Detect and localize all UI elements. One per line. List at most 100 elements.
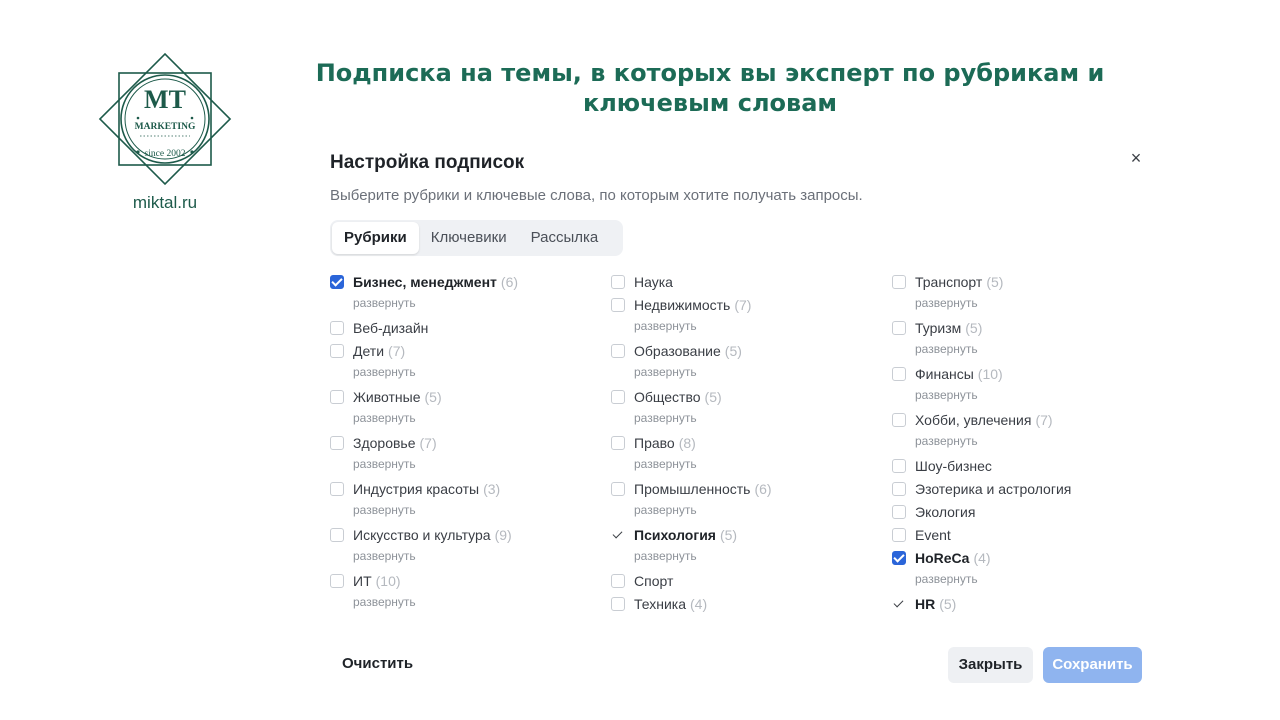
rubric-row[interactable]: Право (8) [611,431,871,454]
expand-link[interactable]: развернуть [611,362,871,385]
rubric-row[interactable]: Дети (7) [330,339,590,362]
checkbox-unchecked[interactable] [611,389,625,404]
rubric-label: Веб-дизайн [353,319,429,336]
rubric-row[interactable]: Образование (5) [611,339,871,362]
rubric-item: Наука [611,270,871,293]
rubric-row[interactable]: Бизнес, менеджмент (6) [330,270,590,293]
expand-link[interactable]: развернуть [330,408,590,431]
rubric-row[interactable]: Искусство и культура (9) [330,523,590,546]
rubric-row[interactable]: Хобби, увлечения (7) [892,408,1150,431]
expand-link[interactable]: развернуть [892,431,1150,454]
rubric-item: Экология [892,500,1150,523]
rubric-item: Здоровье (7) развернуть [330,431,590,477]
checkbox-unchecked[interactable] [892,458,906,473]
expand-link[interactable]: развернуть [892,339,1150,362]
checkbox-unchecked[interactable] [611,481,625,496]
rubric-row[interactable]: Психология (5) [611,523,871,546]
rubric-item: Спорт [611,569,871,592]
rubric-row[interactable]: Спорт [611,569,871,592]
rubric-row[interactable]: Животные (5) [330,385,590,408]
rubric-row[interactable]: Индустрия красоты (3) [330,477,590,500]
rubric-row[interactable]: ИТ (10) [330,569,590,592]
rubric-label: Экология [915,503,976,520]
checkbox-unchecked[interactable] [611,596,625,611]
checkbox-checked[interactable] [892,597,906,611]
expand-link[interactable]: развернуть [330,592,590,615]
expand-link[interactable]: развернуть [330,546,590,569]
checkbox-unchecked[interactable] [892,274,906,289]
checkbox-unchecked[interactable] [892,527,906,542]
expand-link[interactable]: развернуть [611,408,871,431]
checkbox-unchecked[interactable] [892,504,906,519]
rubric-row[interactable]: HR (5) [892,592,1150,615]
rubric-row[interactable]: Туризм (5) [892,316,1150,339]
expand-link[interactable]: развернуть [892,293,1150,316]
rubric-label: Искусство и культура [353,526,491,543]
rubric-row[interactable]: Экология [892,500,1150,523]
rubric-row[interactable]: Техника (4) [611,592,871,615]
rubric-label: Недвижимость [634,296,731,313]
checkbox-unchecked[interactable] [330,435,344,450]
checkbox-checked[interactable] [892,550,906,565]
expand-link[interactable]: развернуть [611,454,871,477]
rubric-count: (7) [734,296,752,313]
checkbox-unchecked[interactable] [611,573,625,588]
close-button[interactable]: Закрыть [948,647,1033,683]
rubric-count: (5) [986,273,1004,290]
rubric-row[interactable]: Общество (5) [611,385,871,408]
rubric-row[interactable]: Event [892,523,1150,546]
rubric-item: Промышленность (6) развернуть [611,477,871,523]
checkbox-unchecked[interactable] [892,320,906,335]
expand-link[interactable]: развернуть [611,546,871,569]
checkbox-checked[interactable] [611,528,625,542]
rubric-item: Транспорт (5) развернуть [892,270,1150,316]
checkbox-unchecked[interactable] [611,343,625,358]
checkbox-unchecked[interactable] [611,297,625,312]
rubric-label: HoReCa [915,549,970,566]
rubric-item: Животные (5) развернуть [330,385,590,431]
logo-badge-icon: MT MARKETING since 2002 [98,52,232,186]
checkbox-unchecked[interactable] [892,366,906,381]
expand-link[interactable]: развернуть [330,293,590,316]
expand-link[interactable]: развернуть [892,385,1150,408]
rubric-count: (7) [1035,411,1053,428]
expand-link[interactable]: развернуть [892,569,1150,592]
rubric-row[interactable]: Промышленность (6) [611,477,871,500]
rubric-count: (7) [419,434,437,451]
checkbox-unchecked[interactable] [330,481,344,496]
rubric-item: Бизнес, менеджмент (6) развернуть [330,270,590,316]
save-button[interactable]: Сохранить [1043,647,1142,683]
rubric-row[interactable]: Эзотерика и астрология [892,477,1150,500]
checkbox-checked[interactable] [330,274,344,289]
checkbox-unchecked[interactable] [330,527,344,542]
checkbox-unchecked[interactable] [330,343,344,358]
rubric-row[interactable]: Наука [611,270,871,293]
rubric-item: Недвижимость (7) развернуть [611,293,871,339]
expand-link[interactable]: развернуть [330,362,590,385]
rubric-count: (4) [690,595,708,612]
checkbox-unchecked[interactable] [330,573,344,588]
checkbox-unchecked[interactable] [611,274,625,289]
rubric-row[interactable]: Финансы (10) [892,362,1150,385]
tab-rubrics[interactable]: Рубрики [332,222,419,254]
rubric-row[interactable]: Транспорт (5) [892,270,1150,293]
rubric-row[interactable]: Здоровье (7) [330,431,590,454]
tab-mailing[interactable]: Рассылка [519,222,611,254]
tab-keywords[interactable]: Ключевики [419,222,519,254]
expand-link[interactable]: развернуть [611,316,871,339]
checkbox-unchecked[interactable] [892,412,906,427]
rubric-row[interactable]: Недвижимость (7) [611,293,871,316]
checkbox-unchecked[interactable] [892,481,906,496]
rubric-row[interactable]: Шоу-бизнес [892,454,1150,477]
rubric-item: ИТ (10) развернуть [330,569,590,615]
clear-button[interactable]: Очистить [330,647,425,681]
expand-link[interactable]: развернуть [330,454,590,477]
close-icon[interactable]: × [1126,148,1146,168]
expand-link[interactable]: развернуть [330,500,590,523]
rubric-row[interactable]: HoReCa (4) [892,546,1150,569]
checkbox-unchecked[interactable] [611,435,625,450]
checkbox-unchecked[interactable] [330,389,344,404]
rubric-row[interactable]: Веб-дизайн [330,316,590,339]
expand-link[interactable]: развернуть [611,500,871,523]
checkbox-unchecked[interactable] [330,320,344,335]
